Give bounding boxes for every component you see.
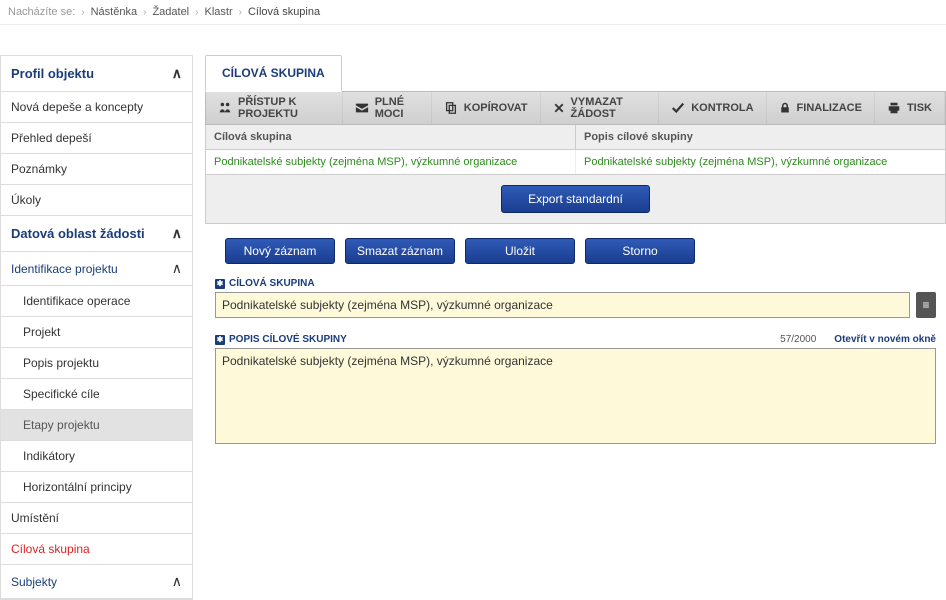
export-button[interactable]: Export standardní — [501, 185, 650, 213]
picker-button[interactable]: ≡ — [916, 292, 936, 318]
sidebar-subheader-subjects[interactable]: Subjekty ∧ — [1, 565, 192, 599]
cancel-button[interactable]: Storno — [585, 238, 695, 264]
required-icon: ✱ — [215, 279, 225, 289]
envelope-icon — [355, 101, 369, 115]
chevron-up-icon: ∧ — [172, 260, 182, 277]
toolbar-label: VYMAZAT ŽÁDOST — [571, 96, 647, 120]
toolbar-label: KOPÍROVAT — [464, 102, 528, 114]
action-buttons: Nový záznam Smazat záznam Uložit Storno — [205, 224, 946, 274]
target-group-desc-textarea[interactable] — [215, 348, 936, 444]
chevron-right-icon: › — [195, 7, 198, 18]
sidebar-subheader-label: Identifikace projektu — [11, 262, 118, 276]
form-area: ✱ CÍLOVÁ SKUPINA ≡ ✱ POPIS CÍLOVÉ SKUPIN… — [205, 274, 946, 459]
sidebar-item-project-stages[interactable]: Etapy projektu — [1, 410, 192, 441]
tab-bar: CÍLOVÁ SKUPINA — [205, 55, 946, 92]
table-header: Cílová skupina Popis cílové skupiny — [206, 125, 945, 150]
breadcrumb-item-current: Cílová skupina — [248, 6, 320, 18]
sidebar-item-notes[interactable]: Poznámky — [1, 154, 192, 185]
sidebar-subheader-label: Subjekty — [11, 575, 57, 589]
toolbar-label: FINALIZACE — [797, 102, 862, 114]
sidebar-header-data[interactable]: Datová oblast žádosti ∧ — [1, 216, 192, 252]
toolbar-print[interactable]: TISK — [875, 92, 945, 124]
sidebar-item-target-group[interactable]: Cílová skupina — [1, 534, 192, 565]
sidebar-item-indicators[interactable]: Indikátory — [1, 441, 192, 472]
sidebar-item-project-desc[interactable]: Popis projektu — [1, 348, 192, 379]
delete-record-button[interactable]: Smazat záznam — [345, 238, 455, 264]
field-label-desc: ✱ POPIS CÍLOVÉ SKUPINY — [215, 334, 347, 345]
new-record-button[interactable]: Nový záznam — [225, 238, 335, 264]
chevron-up-icon: ∧ — [172, 65, 182, 82]
lock-icon — [779, 101, 791, 115]
table-cell: Podnikatelské subjekty (zejména MSP), vý… — [206, 150, 576, 174]
chevron-right-icon: › — [143, 7, 146, 18]
toolbar: PŘÍSTUP K PROJEKTU PLNÉ MOCI KOPÍROVAT V… — [205, 91, 946, 125]
toolbar-label: PLNÉ MOCI — [375, 96, 419, 120]
toolbar-delete[interactable]: VYMAZAT ŽÁDOST — [541, 92, 660, 124]
save-button[interactable]: Uložit — [465, 238, 575, 264]
toolbar-finalize[interactable]: FINALIZACE — [767, 92, 875, 124]
sidebar-item-tasks[interactable]: Úkoly — [1, 185, 192, 216]
toolbar-check[interactable]: KONTROLA — [659, 92, 766, 124]
toolbar-label: TISK — [907, 102, 932, 114]
table-row[interactable]: Podnikatelské subjekty (zejména MSP), vý… — [206, 150, 945, 174]
sidebar: Profil objektu ∧ Nová depeše a koncepty … — [0, 55, 193, 600]
toolbar-fullpower[interactable]: PLNÉ MOCI — [343, 92, 432, 124]
sidebar-header-label: Profil objektu — [11, 66, 94, 81]
chevron-right-icon: › — [81, 7, 84, 18]
breadcrumb: Nacházíte se: › Nástěnka › Žadatel › Kla… — [0, 0, 946, 25]
main-content: CÍLOVÁ SKUPINA PŘÍSTUP K PROJEKTU PLNÉ M… — [205, 55, 946, 600]
table-cell: Podnikatelské subjekty (zejména MSP), vý… — [576, 150, 945, 174]
target-group-input[interactable] — [215, 292, 910, 318]
check-icon — [671, 101, 685, 115]
copy-icon — [444, 101, 458, 115]
data-table: Cílová skupina Popis cílové skupiny Podn… — [205, 125, 946, 175]
char-counter: 57/2000 — [780, 334, 816, 345]
sidebar-item-messages[interactable]: Přehled depeší — [1, 123, 192, 154]
toolbar-label: PŘÍSTUP K PROJEKTU — [238, 96, 330, 120]
toolbar-label: KONTROLA — [691, 102, 753, 114]
field-label-text: CÍLOVÁ SKUPINA — [229, 278, 315, 289]
open-new-window-link[interactable]: Otevřít v novém okně — [834, 334, 936, 345]
breadcrumb-label: Nacházíte se: — [8, 6, 75, 18]
print-icon — [887, 101, 901, 115]
field-label-text: POPIS CÍLOVÉ SKUPINY — [229, 334, 347, 345]
chevron-up-icon: ∧ — [172, 573, 182, 590]
sidebar-item-specific-goals[interactable]: Specifické cíle — [1, 379, 192, 410]
sidebar-subheader-identification[interactable]: Identifikace projektu ∧ — [1, 252, 192, 286]
sidebar-item-location[interactable]: Umístění — [1, 503, 192, 534]
sidebar-item-operation-id[interactable]: Identifikace operace — [1, 286, 192, 317]
people-icon — [218, 101, 232, 115]
export-bar: Export standardní — [205, 175, 946, 224]
sidebar-header-profile[interactable]: Profil objektu ∧ — [1, 56, 192, 92]
sidebar-item-project[interactable]: Projekt — [1, 317, 192, 348]
column-header-group[interactable]: Cílová skupina — [206, 125, 576, 150]
sidebar-item-horizontal[interactable]: Horizontální principy — [1, 472, 192, 503]
list-icon: ≡ — [922, 298, 929, 312]
toolbar-access[interactable]: PŘÍSTUP K PROJEKTU — [206, 92, 343, 124]
chevron-up-icon: ∧ — [172, 225, 182, 242]
tab-target-group[interactable]: CÍLOVÁ SKUPINA — [205, 55, 342, 92]
column-header-desc[interactable]: Popis cílové skupiny — [576, 125, 945, 150]
breadcrumb-item[interactable]: Klastr — [204, 6, 232, 18]
x-icon — [553, 102, 565, 114]
sidebar-item-new-message[interactable]: Nová depeše a koncepty — [1, 92, 192, 123]
field-label-group: ✱ CÍLOVÁ SKUPINA — [215, 278, 936, 289]
toolbar-copy[interactable]: KOPÍROVAT — [432, 92, 541, 124]
required-icon: ✱ — [215, 335, 225, 345]
sidebar-header-label: Datová oblast žádosti — [11, 226, 145, 241]
chevron-right-icon: › — [239, 7, 242, 18]
breadcrumb-item[interactable]: Nástěnka — [91, 6, 137, 18]
breadcrumb-item[interactable]: Žadatel — [152, 6, 189, 18]
